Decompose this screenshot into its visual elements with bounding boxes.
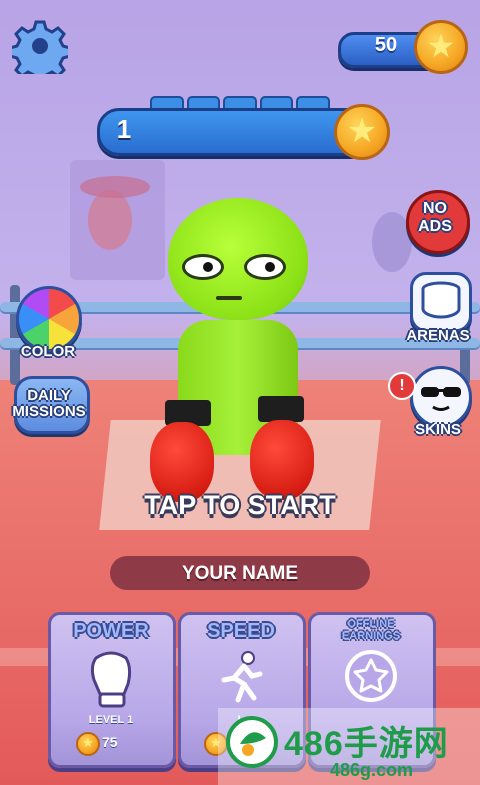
daily-missions-line2: MISSIONS — [12, 403, 86, 420]
arena-icon — [421, 281, 461, 319]
boxing-glove-icon — [90, 651, 132, 708]
running-man-icon — [221, 651, 263, 703]
watermark-text: 486手游网 — [284, 725, 449, 763]
skins-label: SKINS — [415, 421, 461, 438]
offline-earnings-line1: OFFLINE — [347, 618, 395, 630]
background-hat — [80, 176, 150, 198]
power-cost: 75 — [102, 734, 118, 750]
boxing-glove-right — [250, 420, 314, 500]
level-bar — [97, 108, 373, 156]
star-coin-icon: ★ — [414, 20, 468, 74]
star-coin-icon: ★ — [334, 104, 390, 160]
star-icon — [345, 650, 397, 702]
character-eye — [244, 254, 286, 280]
offline-earnings-title: OFFLINE EARNINGS — [310, 618, 432, 642]
glove-cuff — [258, 396, 304, 422]
daily-missions-line1: DAILY — [27, 387, 71, 404]
color-label: COLOR — [20, 343, 76, 360]
background-spectator — [88, 190, 132, 250]
watermark-url: 486g.com — [330, 760, 414, 780]
skins-button[interactable] — [410, 366, 472, 428]
character-pupil — [265, 262, 275, 272]
character-pupil — [203, 262, 213, 272]
arenas-label: ARENAS — [406, 327, 470, 344]
gear-icon — [8, 20, 72, 84]
ring-post — [10, 285, 20, 385]
settings-button[interactable] — [8, 18, 72, 84]
watermark-logo — [226, 716, 278, 768]
skins-alert-badge: ! — [388, 372, 416, 400]
game-screen[interactable]: 50 ★ 1 ★ COLOR DAILY MISSIONS NO ADS ARE… — [0, 0, 480, 785]
power-title: POWER — [73, 620, 149, 642]
no-ads-line1: NO — [423, 200, 447, 217]
no-ads-line2: ADS — [418, 218, 452, 235]
name-field-text[interactable]: YOUR NAME — [110, 563, 370, 585]
character-eye — [182, 254, 224, 280]
tap-to-start-text[interactable]: TAP TO START — [120, 490, 360, 521]
offline-earnings-icon-wrap — [310, 648, 432, 704]
power-level: LEVEL 1 — [88, 714, 134, 726]
no-ads-label: NO ADS — [406, 200, 464, 236]
daily-missions-label: DAILY MISSIONS — [6, 388, 92, 420]
speed-icon-wrap — [180, 650, 302, 708]
level-number: 1 — [116, 114, 132, 144]
speed-title: SPEED — [207, 620, 275, 642]
character-mouth — [216, 296, 242, 300]
sunglasses-face-icon — [421, 387, 461, 411]
coin-count: 50 — [374, 34, 398, 56]
power-icon-wrap — [50, 650, 172, 708]
arenas-button[interactable] — [410, 272, 472, 332]
star-coin-icon: ★ — [76, 732, 100, 756]
offline-earnings-line2: EARNINGS — [341, 630, 401, 642]
